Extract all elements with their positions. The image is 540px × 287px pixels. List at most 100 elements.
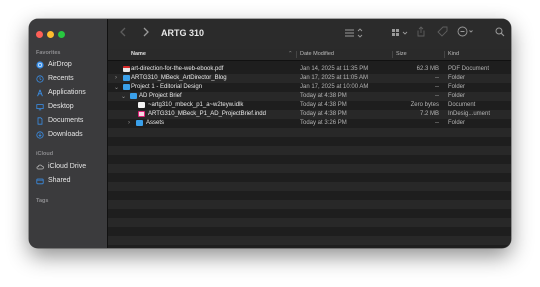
tag-icon [436, 24, 448, 42]
file-date: Today at 3:26 PM [300, 120, 347, 126]
sidebar-item-downloads[interactable]: Downloads [36, 129, 83, 140]
sort-chevron-icon: ⌃ [288, 51, 293, 57]
column-divider [296, 51, 297, 58]
file-name: Assets [146, 120, 165, 126]
sidebar: Favorites AirDrop Recents Applications D… [29, 19, 108, 248]
shared-folder-icon [36, 177, 44, 185]
pdf-icon [123, 66, 130, 72]
empty-row [108, 164, 511, 173]
search-icon [495, 24, 505, 42]
collapse-chevron-icon[interactable]: ⌄ [114, 84, 119, 91]
ellipsis-circle-icon [457, 24, 475, 42]
folder-icon [130, 93, 137, 99]
sidebar-item-airdrop[interactable]: AirDrop [36, 59, 72, 70]
document-icon [36, 116, 44, 125]
sidebar-item-documents[interactable]: Documents [36, 115, 83, 126]
view-options-button[interactable] [343, 27, 365, 39]
file-size: 7.2 MB [419, 111, 439, 117]
chevron-left-icon [120, 24, 126, 42]
folder-icon [136, 120, 143, 126]
table-row[interactable]: › ARTG310_MBeck_ArtDirector_Blog Jan 17,… [108, 74, 511, 83]
grid-icon [391, 25, 409, 43]
forward-button[interactable] [141, 27, 151, 39]
table-row[interactable]: ~artg310_mbeck_p1_a~w2teyw.idlk Today at… [108, 101, 511, 110]
favorites-header: Favorites [36, 50, 61, 56]
indesign-icon [138, 111, 145, 117]
minimize-button[interactable] [47, 31, 54, 38]
empty-row [108, 128, 511, 137]
column-divider [392, 51, 393, 58]
column-header-kind[interactable]: Kind [448, 51, 459, 57]
window-title: ARTG 310 [161, 28, 205, 38]
sidebar-item-shared[interactable]: Shared [36, 175, 71, 186]
file-size: -- [435, 75, 439, 81]
sidebar-item-applications[interactable]: Applications [36, 87, 86, 98]
sidebar-item-label: Applications [48, 89, 86, 96]
window-controls [36, 31, 65, 38]
toolbar: ARTG 310 [108, 19, 511, 50]
folder-icon [123, 84, 130, 90]
file-kind: InDesig...ument [448, 111, 491, 117]
zoom-button[interactable] [58, 31, 65, 38]
sidebar-item-label: Documents [48, 117, 84, 124]
expand-chevron-icon[interactable]: › [115, 75, 117, 81]
group-button[interactable] [390, 28, 410, 39]
file-date: Jan 14, 2025 at 11:35 PM [300, 66, 369, 72]
table-row[interactable]: ⌄ Project 1 - Editorial Design Jan 17, 2… [108, 83, 511, 92]
file-name: ARTG310_MBeck_ArtDirector_Blog [131, 75, 227, 81]
file-size: Zero bytes [410, 102, 439, 108]
file-kind: Document [448, 102, 476, 108]
file-date: Jan 17, 2025 at 11:05 AM [300, 75, 368, 81]
file-kind: PDF Document [448, 66, 490, 72]
sidebar-item-recents[interactable]: Recents [36, 73, 74, 84]
share-button[interactable] [416, 24, 426, 42]
sidebar-item-label: iCloud Drive [48, 163, 87, 170]
file-date: Today at 4:38 PM [300, 111, 347, 117]
sidebar-item-label: AirDrop [48, 61, 72, 68]
file-name: AD Project Brief [139, 93, 182, 99]
file-size: -- [435, 84, 439, 90]
tags-header: Tags [36, 198, 49, 204]
share-icon [417, 24, 425, 42]
table-row[interactable]: ⌄ AD Project Brief Today at 4:38 PM -- F… [108, 92, 511, 101]
sidebar-item-label: Downloads [48, 131, 83, 138]
column-header-date[interactable]: Date Modified [300, 51, 334, 57]
table-row[interactable]: › Assets Today at 3:26 PM -- Folder [108, 119, 511, 128]
file-kind: Folder [448, 120, 466, 126]
tag-button[interactable] [436, 24, 448, 42]
sidebar-item-label: Desktop [48, 103, 74, 110]
file-list: art-direction-for-the-web-ebook.pdf Jan … [108, 61, 511, 248]
sidebar-item-icloud-drive[interactable]: iCloud Drive [36, 161, 86, 172]
table-row[interactable]: art-direction-for-the-web-ebook.pdf Jan … [108, 65, 511, 74]
action-menu-button[interactable] [456, 24, 476, 42]
file-name: Project 1 - Editorial Design [131, 84, 203, 90]
column-header-size[interactable]: Size [396, 51, 407, 57]
file-name: ARTG310_MBeck_P1_AD_ProjectBrief.indd [148, 111, 266, 117]
folder-icon [123, 75, 130, 81]
file-name: ~artg310_mbeck_p1_a~w2teyw.idlk [148, 102, 244, 108]
table-row[interactable]: ARTG310_MBeck_P1_AD_ProjectBrief.indd To… [108, 110, 511, 119]
document-file-icon [138, 102, 145, 108]
file-date: Jan 17, 2025 at 10:00 AM [300, 84, 369, 90]
desktop-icon [36, 103, 44, 111]
column-header-name[interactable]: Name [131, 51, 146, 57]
applications-icon [36, 89, 44, 97]
file-date: Today at 4:38 PM [300, 93, 347, 99]
empty-row [108, 218, 511, 227]
sidebar-item-label: Shared [48, 177, 71, 184]
search-button[interactable] [494, 27, 506, 39]
sidebar-item-desktop[interactable]: Desktop [36, 101, 74, 112]
collapse-chevron-icon[interactable]: ⌄ [121, 93, 126, 100]
column-divider [444, 51, 445, 58]
download-icon [36, 130, 44, 139]
back-button[interactable] [118, 27, 128, 39]
file-kind: Folder [448, 75, 466, 81]
file-size: 62.3 MB [416, 66, 439, 72]
file-size: -- [435, 93, 439, 99]
chevron-right-icon [143, 24, 149, 42]
cloud-icon [36, 163, 44, 171]
expand-chevron-icon[interactable]: › [128, 120, 130, 126]
close-button[interactable] [36, 31, 43, 38]
file-kind: Folder [448, 93, 466, 99]
icloud-header: iCloud [36, 151, 54, 157]
